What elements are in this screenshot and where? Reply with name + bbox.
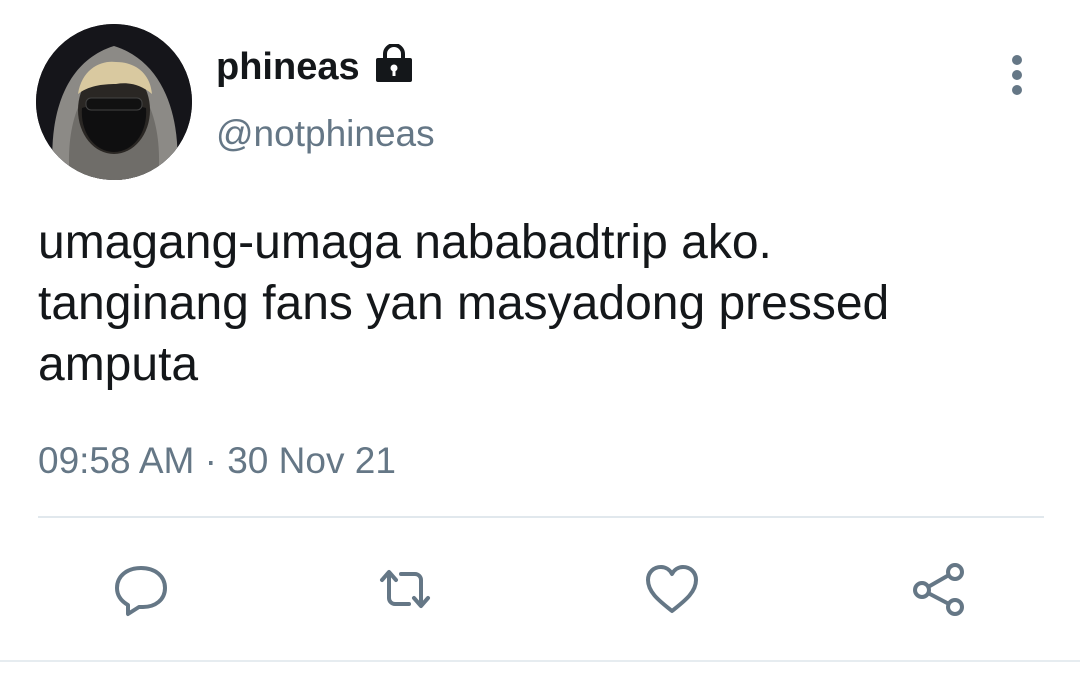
reply-button[interactable] xyxy=(112,560,170,618)
avatar[interactable] xyxy=(36,24,192,180)
tweet-text-line: amputa xyxy=(38,338,199,391)
like-button[interactable] xyxy=(643,560,701,618)
tweet-text-line: umagang-umaga nababadtrip ako. xyxy=(38,216,772,269)
tweet-card: phineas @notphineas umagang-umaga nababa… xyxy=(0,0,1080,681)
display-name[interactable]: phineas xyxy=(216,44,360,90)
retweet-icon xyxy=(380,570,430,608)
tweet-date: 30 Nov 21 xyxy=(227,440,396,481)
user-handle[interactable]: @notphineas xyxy=(216,112,435,156)
avatar-image xyxy=(36,24,192,180)
comment-icon xyxy=(115,566,167,616)
share-icon xyxy=(913,563,964,616)
heart-icon xyxy=(646,565,698,613)
tweet-timestamp[interactable]: 09:58 AM · 30 Nov 21 xyxy=(38,438,396,484)
lock-icon xyxy=(376,44,412,82)
more-options-icon[interactable] xyxy=(1000,52,1034,98)
divider xyxy=(38,516,1044,518)
tweet-time: 09:58 AM xyxy=(38,440,195,481)
share-button[interactable] xyxy=(910,560,968,618)
bottom-divider xyxy=(0,660,1080,662)
meta-separator: · xyxy=(204,440,217,481)
tweet-text-line: tanginang fans yan masyadong pressed xyxy=(38,277,890,330)
tweet-text: umagang-umaga nababadtrip ako. tanginang… xyxy=(38,212,1048,395)
retweet-button[interactable] xyxy=(376,560,434,618)
